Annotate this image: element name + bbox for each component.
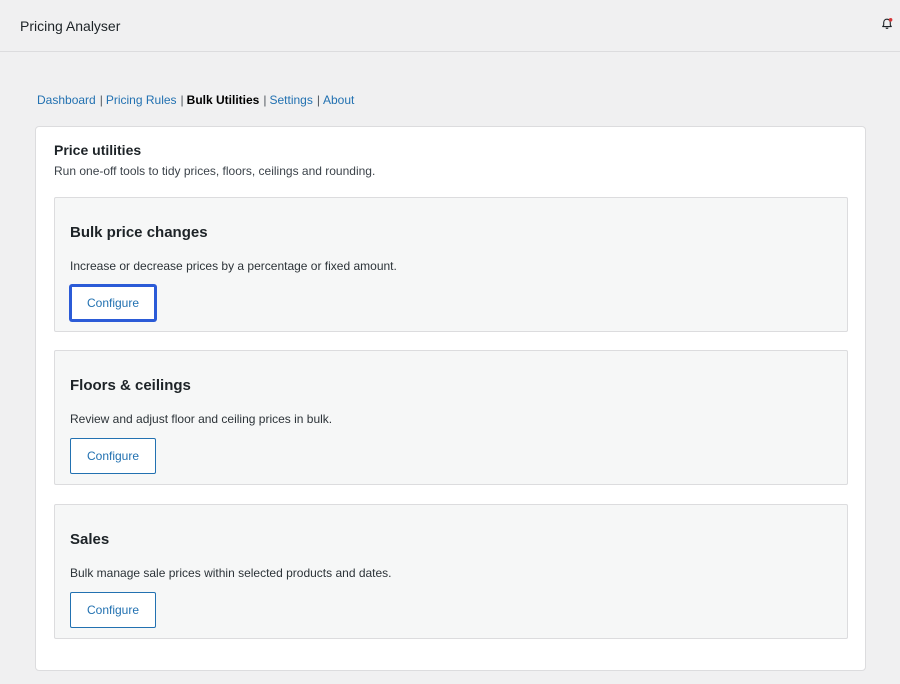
top-bar: Pricing Analyser — [0, 0, 900, 52]
nav-link-settings[interactable]: Settings — [269, 93, 312, 107]
sales-card: Sales Bulk manage sale prices within sel… — [54, 504, 848, 639]
card-description: Increase or decrease prices by a percent… — [70, 259, 397, 273]
price-utilities-panel: Price utilities Run one-off tools to tid… — [35, 126, 866, 671]
card-title: Floors & ceilings — [70, 377, 191, 394]
nav-link-dashboard[interactable]: Dashboard — [37, 93, 96, 107]
app-title: Pricing Analyser — [20, 18, 121, 34]
floors-ceilings-card: Floors & ceilings Review and adjust floo… — [54, 350, 848, 485]
configure-sales-button[interactable]: Configure — [70, 592, 156, 628]
card-title: Sales — [70, 531, 110, 548]
nav-separator: | — [263, 93, 267, 107]
bulk-price-changes-card: Bulk price changes Increase or decrease … — [54, 197, 848, 332]
subsubsub-nav: Dashboard | Pricing Rules | Bulk Utilities | S… — [37, 93, 354, 107]
card-description: Review and adjust floor and ceiling pric… — [70, 412, 333, 426]
card-description: Bulk manage sale prices within selected … — [70, 566, 392, 580]
card-title: Bulk price changes — [70, 224, 208, 241]
nav-separator: | — [99, 93, 103, 107]
nav-link-about[interactable]: About — [323, 93, 354, 107]
configure-bulk-price-changes-button[interactable]: Configure — [70, 285, 156, 321]
panel-title: Price utilities — [54, 142, 142, 158]
panel-description: Run one-off tools to tidy prices, floors… — [54, 164, 376, 178]
configure-floors-ceilings-button[interactable]: Configure — [70, 438, 156, 474]
nav-link-bulk-utilities[interactable]: Bulk Utilities — [187, 93, 260, 107]
bell-icon[interactable] — [880, 17, 894, 31]
nav-separator: | — [180, 93, 184, 107]
nav-separator: | — [316, 93, 320, 107]
nav-link-pricing-rules[interactable]: Pricing Rules — [106, 93, 177, 107]
